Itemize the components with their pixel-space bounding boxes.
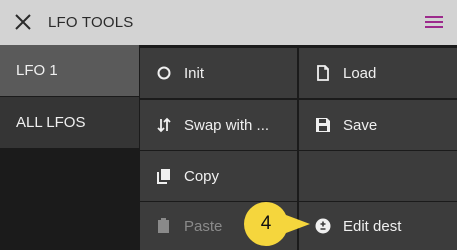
close-icon[interactable]: [13, 12, 33, 32]
copy-button[interactable]: Copy: [140, 151, 297, 201]
save-button[interactable]: Save: [299, 100, 457, 150]
sidebar: LFO 1 ALL LFOS: [0, 45, 139, 250]
title-bar: LFO TOOLS: [0, 0, 457, 45]
sidebar-item-lfo-1[interactable]: LFO 1: [0, 45, 139, 96]
load-button[interactable]: Load: [299, 48, 457, 98]
circle-icon: [157, 66, 171, 80]
swap-with-button[interactable]: Swap with ...: [140, 100, 297, 150]
copy-icon: [157, 169, 170, 184]
save-label: Save: [343, 116, 378, 134]
floppy-disk-icon: [316, 118, 330, 132]
sidebar-item-all-lfos[interactable]: ALL LFOS: [0, 97, 139, 148]
init-label: Init: [184, 64, 205, 82]
load-label: Load: [343, 64, 377, 82]
copy-label: Copy: [184, 167, 220, 185]
page-title: LFO TOOLS: [48, 14, 134, 31]
init-button[interactable]: Init: [140, 48, 297, 98]
sidebar-item-label: LFO 1: [16, 62, 58, 79]
file-icon: [317, 65, 329, 81]
empty-cell: [299, 151, 457, 201]
edit-dest-label: Edit dest: [343, 217, 402, 235]
callout-number: 4: [260, 213, 272, 234]
swap-icon: [157, 117, 171, 133]
paste-icon: [158, 218, 169, 233]
paste-label: Paste: [184, 217, 223, 235]
sidebar-item-label: ALL LFOS: [16, 114, 86, 131]
hamburger-menu-icon[interactable]: [425, 14, 443, 30]
swap-label: Swap with ...: [184, 116, 270, 134]
